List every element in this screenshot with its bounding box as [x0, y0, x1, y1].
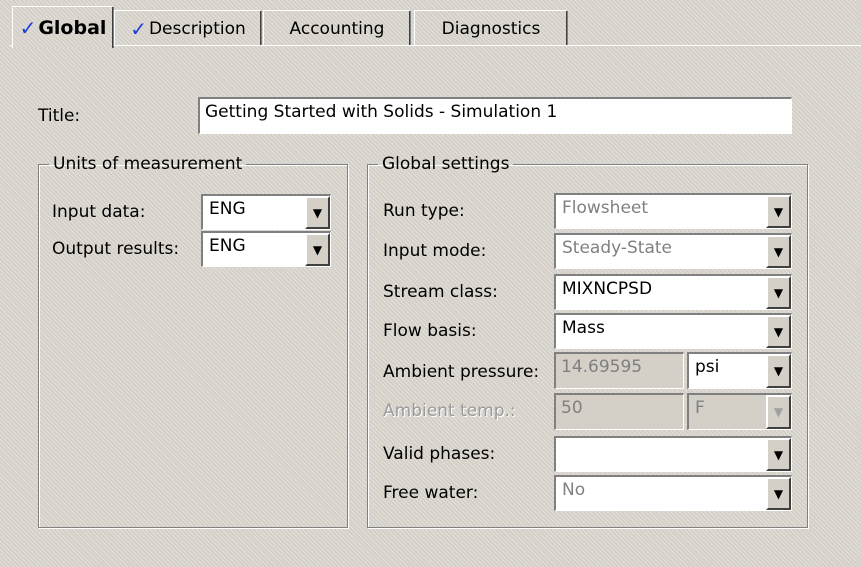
input-mode-value: Steady-State — [562, 238, 673, 258]
ambient-pressure-unit-value: psi — [695, 357, 720, 377]
tab-global[interactable]: ✓ Global — [12, 6, 114, 48]
tab-label: Accounting — [289, 18, 385, 39]
input-data-select[interactable]: ENG ▼ — [201, 194, 331, 230]
tab-label: Description — [148, 18, 246, 39]
ambient-pressure-input[interactable]: 14.69595 — [554, 352, 684, 389]
output-results-label: Output results: — [52, 239, 180, 259]
flow-basis-label: Flow basis: — [383, 321, 477, 341]
input-mode-select[interactable]: Steady-State ▼ — [554, 233, 792, 269]
ambient-temp-unit-select[interactable]: F ▼ — [687, 393, 792, 430]
check-icon: ✓ — [19, 15, 37, 40]
valid-phases-label: Valid phases: — [383, 444, 496, 464]
units-legend: Units of measurement — [53, 154, 243, 174]
input-data-label: Input data: — [52, 202, 146, 222]
tab-accounting[interactable]: Accounting — [263, 10, 411, 46]
stream-class-value: MIXNCPSD — [562, 279, 653, 299]
chevron-down-icon[interactable]: ▼ — [766, 235, 791, 268]
valid-phases-select[interactable]: ▼ — [554, 436, 792, 472]
input-mode-label: Input mode: — [383, 241, 487, 261]
tab-label: Global — [38, 16, 107, 39]
chevron-down-icon[interactable]: ▼ — [305, 196, 330, 229]
run-type-label: Run type: — [383, 201, 465, 221]
check-icon: ✓ — [130, 16, 147, 41]
title-label: Title: — [38, 106, 81, 126]
ambient-pressure-unit-select[interactable]: psi ▼ — [687, 352, 792, 389]
chevron-down-icon[interactable]: ▼ — [305, 233, 330, 266]
ambient-pressure-label: Ambient pressure: — [383, 362, 540, 382]
tab-description[interactable]: ✓ Description — [114, 10, 262, 46]
flow-basis-select[interactable]: Mass ▼ — [554, 313, 792, 349]
flow-basis-value: Mass — [562, 318, 605, 338]
ambient-temp-unit-value: F — [695, 398, 705, 418]
global-settings-legend: Global settings — [382, 154, 510, 174]
run-type-value: Flowsheet — [562, 198, 649, 218]
tab-label: Diagnostics — [441, 18, 541, 39]
free-water-select[interactable]: No ▼ — [554, 475, 792, 511]
tab-diagnostics[interactable]: Diagnostics — [414, 10, 568, 46]
stream-class-label: Stream class: — [383, 282, 498, 302]
ambient-temp-input[interactable]: 50 — [554, 393, 684, 430]
free-water-value: No — [562, 480, 586, 500]
tab-bar: ✓ Global ✓ Description Accounting Diagno… — [10, 4, 861, 48]
tab-divider — [10, 45, 861, 46]
output-results-value: ENG — [209, 236, 246, 256]
run-type-select[interactable]: Flowsheet ▼ — [554, 193, 792, 229]
valid-phases-value — [556, 438, 766, 471]
chevron-down-icon[interactable]: ▼ — [766, 354, 791, 388]
input-data-value: ENG — [209, 199, 246, 219]
title-input[interactable]: Getting Started with Solids - Simulation… — [198, 97, 792, 134]
chevron-down-icon[interactable]: ▼ — [766, 477, 791, 510]
chevron-down-icon[interactable]: ▼ — [766, 195, 791, 228]
chevron-down-icon[interactable]: ▼ — [766, 438, 791, 471]
ambient-temp-label: Ambient temp.: — [383, 401, 516, 421]
chevron-down-icon[interactable]: ▼ — [766, 276, 791, 309]
chevron-down-icon[interactable]: ▼ — [766, 395, 791, 429]
chevron-down-icon[interactable]: ▼ — [766, 315, 791, 348]
output-results-select[interactable]: ENG ▼ — [201, 231, 331, 267]
free-water-label: Free water: — [383, 483, 479, 503]
stream-class-select[interactable]: MIXNCPSD ▼ — [554, 274, 792, 310]
